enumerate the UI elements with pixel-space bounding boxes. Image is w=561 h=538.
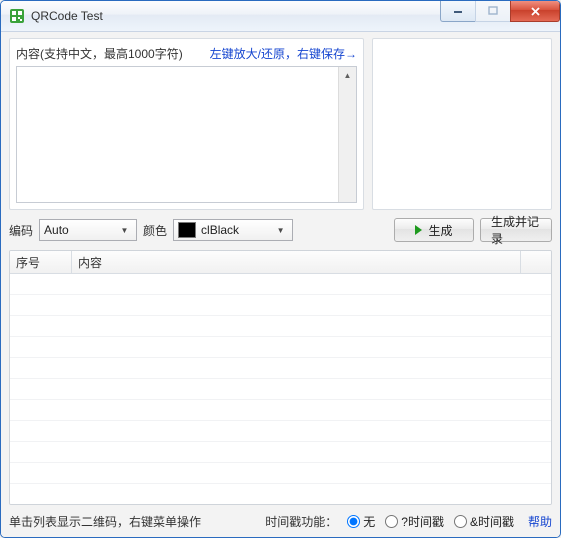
chevron-down-icon: ▼ — [117, 226, 132, 235]
window-title: QRCode Test — [31, 9, 103, 23]
qrcode-preview[interactable] — [372, 38, 552, 210]
footer-hint: 单击列表显示二维码，右键菜单操作 — [9, 513, 201, 530]
generate-log-button[interactable]: 生成并记录 — [480, 218, 552, 242]
generate-button[interactable]: 生成 — [394, 218, 474, 242]
table-row[interactable] — [10, 442, 551, 463]
content-label: 内容(支持中文，最高1000字符) — [16, 45, 183, 62]
color-value: clBlack — [201, 223, 273, 237]
table-row[interactable] — [10, 379, 551, 400]
timestamp-amp-radio[interactable]: &时间戳 — [454, 513, 514, 530]
radio-label: &时间戳 — [470, 513, 514, 530]
table-header: 序号 内容 — [10, 251, 551, 274]
close-button[interactable] — [510, 1, 560, 22]
content-textarea-wrap: ▲ — [16, 66, 357, 203]
window-controls — [441, 1, 560, 21]
preview-hint: 左键放大/还原，右键保存→ — [210, 45, 357, 62]
play-icon — [415, 225, 422, 235]
scroll-up-icon[interactable]: ▲ — [339, 67, 356, 84]
minimize-button[interactable] — [440, 1, 476, 22]
column-spacer[interactable] — [521, 251, 551, 273]
maximize-button[interactable] — [475, 1, 511, 22]
radio-input[interactable] — [347, 515, 360, 528]
table-body[interactable] — [10, 274, 551, 504]
encoding-combobox[interactable]: Auto ▼ — [39, 219, 137, 241]
encoding-label: 编码 — [9, 222, 33, 239]
radio-input[interactable] — [454, 515, 467, 528]
table-row[interactable] — [10, 463, 551, 484]
encoding-value: Auto — [44, 223, 117, 237]
color-label: 颜色 — [143, 222, 167, 239]
generate-button-label: 生成 — [428, 222, 452, 239]
radio-label: 无 — [363, 513, 375, 530]
scrollbar-vertical[interactable]: ▲ — [338, 67, 356, 202]
content-panel: 内容(支持中文，最高1000字符) 左键放大/还原，右键保存→ ▲ — [9, 38, 364, 210]
app-icon — [9, 8, 25, 24]
table-row[interactable] — [10, 421, 551, 442]
help-link[interactable]: 帮助 — [528, 513, 552, 530]
table-row[interactable] — [10, 400, 551, 421]
column-content[interactable]: 内容 — [72, 251, 521, 273]
radio-input[interactable] — [385, 515, 398, 528]
color-swatch — [178, 222, 196, 238]
footer: 单击列表显示二维码，右键菜单操作 时间戳功能： 无 ?时间戳 &时间戳 帮助 — [9, 513, 552, 530]
timestamp-question-radio[interactable]: ?时间戳 — [385, 513, 444, 530]
table-row[interactable] — [10, 358, 551, 379]
radio-label: ?时间戳 — [401, 513, 444, 530]
history-table: 序号 内容 — [9, 250, 552, 505]
chevron-down-icon: ▼ — [273, 226, 288, 235]
generate-log-button-label: 生成并记录 — [491, 213, 541, 247]
content-textarea[interactable] — [17, 67, 356, 202]
timestamp-none-radio[interactable]: 无 — [347, 513, 375, 530]
table-row[interactable] — [10, 484, 551, 504]
table-row[interactable] — [10, 274, 551, 295]
table-row[interactable] — [10, 295, 551, 316]
table-row[interactable] — [10, 316, 551, 337]
titlebar[interactable]: QRCode Test — [1, 1, 560, 32]
table-row[interactable] — [10, 337, 551, 358]
column-seq[interactable]: 序号 — [10, 251, 72, 273]
client-area: 内容(支持中文，最高1000字符) 左键放大/还原，右键保存→ ▲ 编码 Aut… — [1, 32, 560, 538]
color-combobox[interactable]: clBlack ▼ — [173, 219, 293, 241]
timestamp-label: 时间戳功能： — [265, 513, 337, 530]
app-window: QRCode Test 内容(支持中文，最高1000字符) 左键放大/还原，右键… — [0, 0, 561, 538]
